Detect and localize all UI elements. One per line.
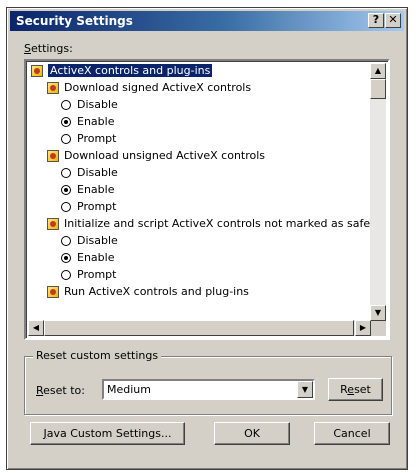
title-bar[interactable]: Security Settings ? ✕ [10, 11, 404, 31]
ok-button[interactable]: OK [214, 422, 290, 445]
security-settings-dialog: Security Settings ? ✕ Settings: ActiveX … [6, 7, 408, 470]
reset-button-post: set [354, 383, 371, 396]
item-label: Download signed ActiveX controls [64, 81, 252, 94]
radio-checked-icon[interactable] [61, 117, 71, 127]
radio-unchecked-icon[interactable] [61, 168, 71, 178]
scroll-left-icon[interactable]: ◀ [28, 320, 44, 336]
radio-checked-icon[interactable] [61, 253, 71, 263]
settings-tree-list[interactable]: ActiveX controls and plug-ins Download si… [24, 59, 390, 340]
radio-unchecked-icon[interactable] [61, 202, 71, 212]
item-label: Prompt [77, 132, 117, 145]
option-item[interactable]: Enable [61, 182, 114, 198]
item-label: Prompt [77, 200, 117, 213]
option-item[interactable]: Disable [61, 165, 118, 181]
option-item[interactable]: Disable [61, 97, 118, 113]
option-item[interactable]: Prompt [61, 131, 116, 147]
category-item[interactable]: Initialize and script ActiveX controls n… [47, 216, 370, 232]
settings-list-content: ActiveX controls and plug-ins Download si… [28, 63, 371, 321]
category-item[interactable]: Download unsigned ActiveX controls [47, 148, 265, 164]
vertical-scrollbar[interactable]: ▲ ▼ [370, 63, 386, 321]
settings-label-accel: S [24, 42, 31, 55]
reset-to-text: eset to: [43, 384, 85, 397]
category-item[interactable]: Run ActiveX controls and plug-ins [47, 284, 249, 300]
close-button[interactable]: ✕ [385, 13, 401, 28]
item-label: ActiveX controls and plug-ins [48, 64, 213, 77]
category-icon [47, 286, 59, 298]
dialog-title: Security Settings [16, 14, 133, 28]
chevron-down-icon[interactable]: ▼ [297, 381, 313, 398]
item-label: Disable [77, 234, 118, 247]
item-label: Enable [77, 251, 115, 264]
category-icon [47, 218, 59, 230]
vertical-scroll-thumb[interactable] [370, 79, 386, 99]
item-label: Initialize and script ActiveX controls n… [64, 217, 371, 230]
scrollbar-corner [371, 321, 386, 336]
cancel-button[interactable]: Cancel [314, 422, 390, 445]
help-button[interactable]: ? [368, 13, 384, 28]
reset-button[interactable]: Reset [328, 378, 383, 401]
scroll-right-icon[interactable]: ▶ [355, 320, 371, 336]
reset-to-label: Reset to: [36, 384, 85, 397]
group-title: Reset custom settings [33, 349, 162, 362]
radio-checked-icon[interactable] [61, 185, 71, 195]
reset-level-value: Medium [107, 383, 151, 396]
settings-label-text: ettings: [30, 42, 73, 55]
horizontal-scrollbar[interactable]: ◀ ▶ [28, 320, 371, 336]
java-button-text: ava Custom Settings... [46, 427, 172, 440]
reset-custom-settings-group: Reset custom settings Reset to: Medium ▼… [24, 349, 392, 415]
radio-unchecked-icon[interactable] [61, 236, 71, 246]
item-label: Disable [77, 98, 118, 111]
category-item[interactable]: Download signed ActiveX controls [47, 80, 251, 96]
category-icon [47, 150, 59, 162]
item-label: Enable [77, 115, 115, 128]
item-label: Disable [77, 166, 118, 179]
radio-unchecked-icon[interactable] [61, 134, 71, 144]
option-item[interactable]: Enable [61, 114, 114, 130]
option-item[interactable]: Prompt [61, 267, 116, 283]
item-label: Download unsigned ActiveX controls [64, 149, 266, 162]
scroll-up-icon[interactable]: ▲ [370, 63, 386, 79]
category-icon [47, 82, 59, 94]
reset-level-dropdown[interactable]: Medium ▼ [102, 379, 315, 400]
item-label: Run ActiveX controls and plug-ins [64, 285, 249, 298]
radio-unchecked-icon[interactable] [61, 270, 71, 280]
option-item[interactable]: Disable [61, 233, 118, 249]
category-item[interactable]: ActiveX controls and plug-ins [31, 63, 213, 79]
category-icon [31, 65, 43, 77]
option-item[interactable]: Prompt [61, 199, 116, 215]
java-custom-settings-button[interactable]: Java Custom Settings... [30, 422, 185, 445]
radio-unchecked-icon[interactable] [61, 100, 71, 110]
scroll-down-icon[interactable]: ▼ [370, 305, 386, 321]
option-item[interactable]: Enable [61, 250, 114, 266]
item-label: Enable [77, 183, 115, 196]
settings-label: Settings: [24, 42, 73, 55]
item-label: Prompt [77, 268, 117, 281]
horizontal-scroll-thumb[interactable] [44, 320, 354, 336]
